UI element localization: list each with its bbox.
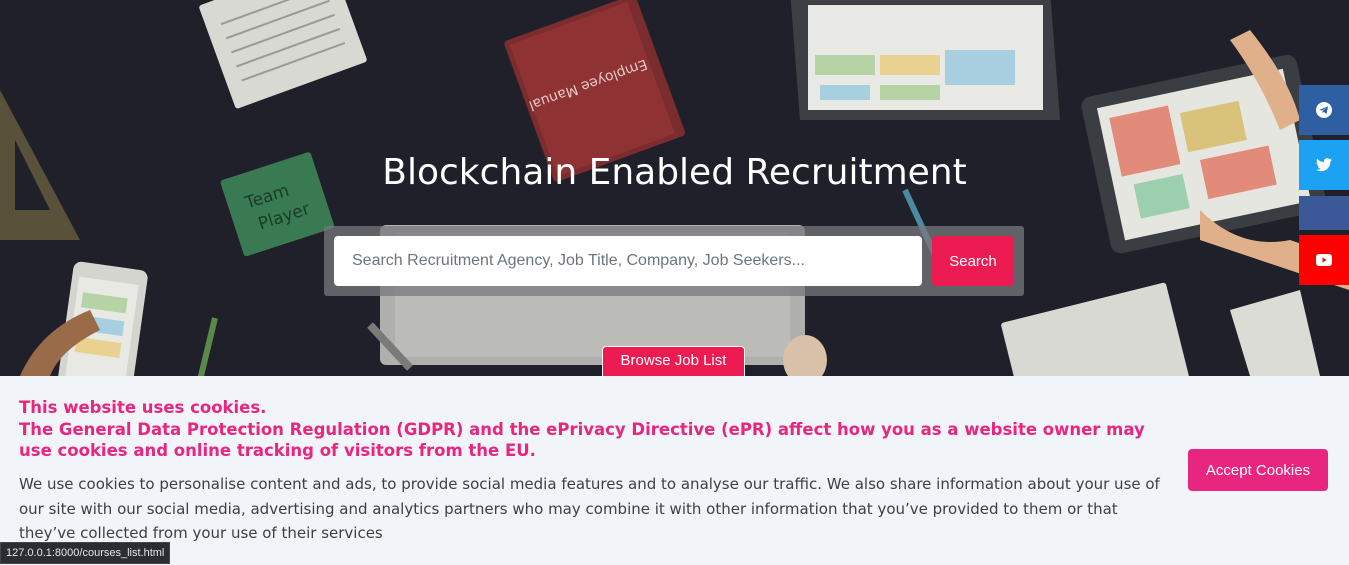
telegram-link[interactable] — [1299, 85, 1349, 135]
laptop-illustration — [790, 0, 1060, 120]
youtube-icon — [1316, 254, 1332, 266]
cookie-regulation-text: The General Data Protection Regulation (… — [19, 419, 1145, 461]
youtube-link[interactable] — [1299, 235, 1349, 285]
social-sidebar — [1299, 85, 1349, 285]
accept-cookies-button[interactable]: Accept Cookies — [1188, 449, 1328, 491]
search-bar: Search — [324, 226, 1024, 296]
status-bar-url: 127.0.0.1:8000/courses_list.html — [0, 542, 171, 564]
browse-job-list-label: Browse Job List — [620, 351, 727, 369]
telegram-icon — [1316, 102, 1332, 118]
cookie-body-text: We use cookies to personalise content an… — [19, 475, 1160, 542]
search-input[interactable] — [334, 236, 922, 286]
search-button[interactable]: Search — [932, 236, 1014, 286]
page-title: Blockchain Enabled Recruitment — [382, 152, 967, 193]
cookie-heading: This website uses cookies. The General D… — [19, 397, 1169, 462]
notepad-illustration — [199, 0, 367, 109]
cookie-banner: This website uses cookies. The General D… — [0, 376, 1349, 565]
cookie-headline: This website uses cookies. — [19, 398, 267, 417]
twitter-icon — [1316, 158, 1332, 172]
twitter-link[interactable] — [1299, 140, 1349, 190]
facebook-link[interactable] — [1299, 196, 1349, 230]
